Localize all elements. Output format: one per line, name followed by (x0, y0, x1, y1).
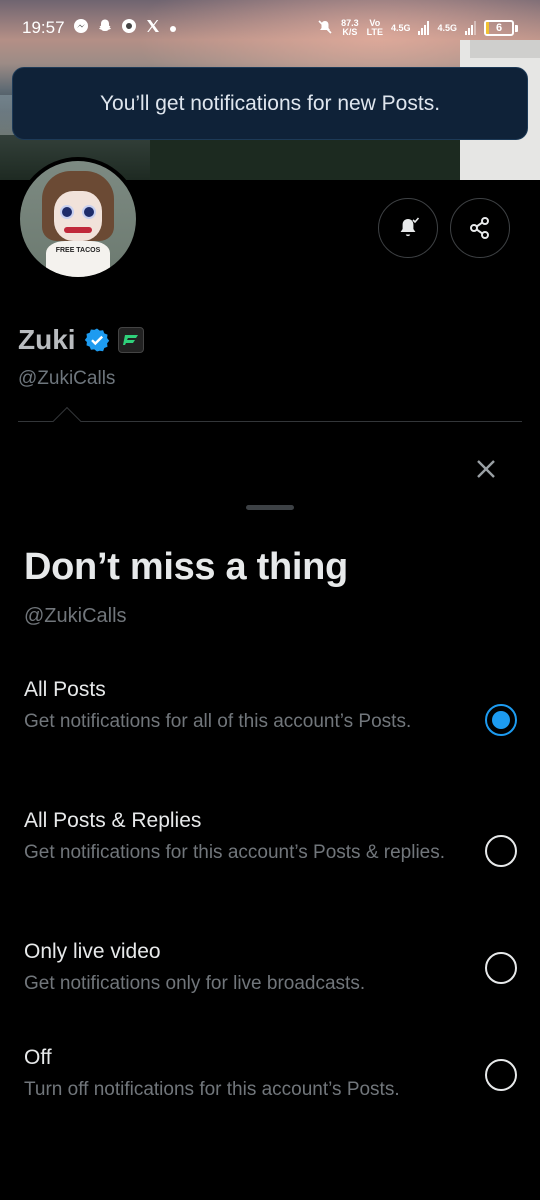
status-left: 19:57 (22, 18, 177, 38)
radio-only-live-video[interactable] (485, 952, 517, 984)
battery-level: 6 (495, 22, 503, 34)
share-button[interactable] (450, 198, 510, 258)
profile-name: Zuki (18, 324, 76, 355)
network-speed: 87.3 K/S (341, 19, 359, 37)
notification-settings-sheet: Don’t miss a thing @ZukiCalls All Posts … (0, 492, 540, 1200)
status-right: 87.3 K/S Vo LTE 4.5G 4.5G 6 (317, 19, 518, 37)
affiliate-badge-icon[interactable] (117, 327, 144, 353)
option-title: All Posts (24, 678, 106, 701)
close-button[interactable] (470, 453, 502, 485)
option-title: Off (24, 1046, 52, 1069)
option-off[interactable]: Off Turn off notifications for this acco… (0, 1046, 540, 1116)
speed-unit: K/S (342, 27, 358, 37)
avatar-image: FREE TACOS (20, 161, 136, 277)
toast-message: You’ll get notifications for new Posts. (99, 91, 441, 115)
sheet-handle: @ZukiCalls (24, 605, 127, 627)
signal-icon (465, 21, 476, 35)
sheet-grabber[interactable] (246, 505, 294, 510)
bell-check-icon (400, 217, 420, 237)
option-description: Get notifications for all of this accoun… (24, 711, 412, 732)
option-only-live-video[interactable]: Only live video Get notifications only f… (0, 940, 540, 1010)
option-title: Only live video (24, 940, 161, 963)
notifications-bell-button[interactable] (378, 198, 438, 258)
radio-all-posts-replies[interactable] (485, 835, 517, 867)
radio-all-posts[interactable] (485, 704, 517, 736)
option-all-posts-replies[interactable]: All Posts & Replies Get notifications fo… (0, 809, 540, 899)
avatar-shirt-text: FREE TACOS (46, 241, 110, 277)
clock: 19:57 (22, 18, 65, 37)
chrome-like-icon (121, 18, 137, 38)
verified-badge-icon[interactable] (84, 327, 110, 353)
notification-toast: You’ll get notifications for new Posts. (12, 67, 528, 140)
option-title: All Posts & Replies (24, 809, 202, 832)
option-description: Turn off notifications for this account’… (24, 1079, 400, 1100)
snapchat-icon (97, 18, 113, 38)
status-bar: 19:57 87.3 K/S Vo LTE 4.5G 4.5G 6 (0, 0, 540, 56)
volte-indicator: Vo LTE (367, 19, 383, 37)
share-icon (470, 217, 489, 239)
network-type-2: 4.5G (437, 22, 457, 33)
battery-fill (486, 22, 489, 34)
dot-icon (169, 20, 177, 37)
x-icon (145, 18, 161, 38)
option-description: Get notifications only for live broadcas… (24, 973, 366, 994)
signal-icon (418, 21, 430, 35)
profile-name-row: Zuki (18, 324, 144, 356)
profile-handle: @ZukiCalls (18, 368, 116, 389)
battery-icon: 6 (484, 20, 518, 36)
divider (18, 421, 522, 422)
messenger-icon (73, 18, 89, 38)
option-all-posts[interactable]: All Posts Get notifications for all of t… (0, 678, 540, 768)
mute-icon (317, 19, 333, 37)
popover-caret (52, 406, 82, 436)
radio-off[interactable] (485, 1059, 517, 1091)
close-icon (477, 460, 495, 478)
option-description: Get notifications for this account’s Pos… (24, 842, 446, 863)
sheet-title: Don’t miss a thing (24, 546, 348, 588)
volte-bottom: LTE (366, 27, 383, 37)
network-type-1: 4.5G (390, 22, 411, 33)
avatar[interactable]: FREE TACOS (16, 157, 140, 281)
